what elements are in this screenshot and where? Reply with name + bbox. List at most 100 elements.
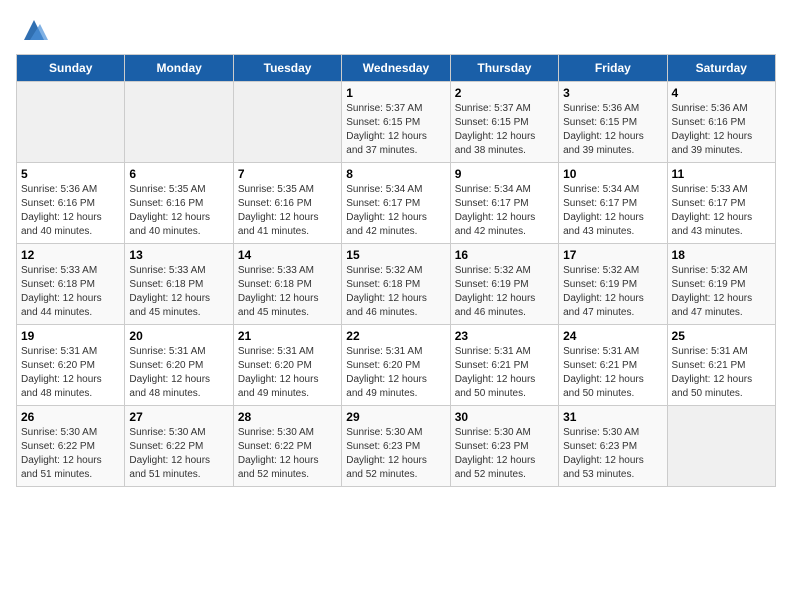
days-header-row: SundayMondayTuesdayWednesdayThursdayFrid… [17,55,776,82]
day-number: 10 [563,167,662,181]
calendar-cell: 4 Sunrise: 5:36 AMSunset: 6:16 PMDaylight… [667,82,775,163]
day-number: 9 [455,167,554,181]
day-info: Sunrise: 5:32 AMSunset: 6:19 PMDaylight:… [563,264,662,320]
day-number: 2 [455,86,554,100]
day-header-monday: Monday [125,55,233,82]
calendar-cell: 29 Sunrise: 5:30 AMSunset: 6:23 PMDayligh… [342,406,450,487]
calendar-cell: 16 Sunrise: 5:32 AMSunset: 6:19 PMDayligh… [450,244,558,325]
calendar-header: SundayMondayTuesdayWednesdayThursdayFrid… [17,55,776,82]
header [16,16,776,44]
day-number: 15 [346,248,445,262]
calendar-cell: 3 Sunrise: 5:36 AMSunset: 6:15 PMDaylight… [559,82,667,163]
day-header-wednesday: Wednesday [342,55,450,82]
day-info: Sunrise: 5:33 AMSunset: 6:18 PMDaylight:… [21,264,120,320]
day-info: Sunrise: 5:31 AMSunset: 6:21 PMDaylight:… [672,345,771,401]
calendar-cell: 7 Sunrise: 5:35 AMSunset: 6:16 PMDaylight… [233,163,341,244]
logo-icon [20,16,48,44]
day-header-thursday: Thursday [450,55,558,82]
day-number: 23 [455,329,554,343]
day-number: 8 [346,167,445,181]
day-number: 3 [563,86,662,100]
calendar-cell: 13Sunrise: 5:33 AMSunset: 6:18 PMDayligh… [125,244,233,325]
day-info: Sunrise: 5:30 AMSunset: 6:22 PMDaylight:… [129,426,228,482]
day-number: 22 [346,329,445,343]
calendar-cell: 9 Sunrise: 5:34 AMSunset: 6:17 PMDaylight… [450,163,558,244]
calendar-cell [125,82,233,163]
calendar-body: 1 Sunrise: 5:37 AMSunset: 6:15 PMDaylight… [17,82,776,487]
day-header-tuesday: Tuesday [233,55,341,82]
calendar-cell: 17 Sunrise: 5:32 AMSunset: 6:19 PMDayligh… [559,244,667,325]
calendar-cell: 1 Sunrise: 5:37 AMSunset: 6:15 PMDaylight… [342,82,450,163]
calendar-cell: 19 Sunrise: 5:31 AMSunset: 6:20 PMDayligh… [17,325,125,406]
day-info: Sunrise: 5:36 AMSunset: 6:16 PMDaylight:… [672,102,771,158]
day-number: 28 [238,410,337,424]
day-info: Sunrise: 5:31 AMSunset: 6:20 PMDaylight:… [238,345,337,401]
calendar-cell: 8 Sunrise: 5:34 AMSunset: 6:17 PMDaylight… [342,163,450,244]
day-number: 7 [238,167,337,181]
day-info: Sunrise: 5:31 AMSunset: 6:20 PMDaylight:… [21,345,120,401]
day-info: Sunrise: 5:31 AMSunset: 6:20 PMDaylight:… [129,345,228,401]
calendar-week-4: 19 Sunrise: 5:31 AMSunset: 6:20 PMDayligh… [17,325,776,406]
day-number: 21 [238,329,337,343]
calendar-week-2: 5 Sunrise: 5:36 AMSunset: 6:16 PMDaylight… [17,163,776,244]
day-info: Sunrise: 5:35 AMSunset: 6:16 PMDaylight:… [129,183,228,239]
day-info: Sunrise: 5:32 AMSunset: 6:19 PMDaylight:… [455,264,554,320]
day-info: Sunrise: 5:34 AMSunset: 6:17 PMDaylight:… [455,183,554,239]
calendar-cell: 31 Sunrise: 5:30 AMSunset: 6:23 PMDayligh… [559,406,667,487]
day-header-sunday: Sunday [17,55,125,82]
day-number: 25 [672,329,771,343]
day-info: Sunrise: 5:31 AMSunset: 6:21 PMDaylight:… [455,345,554,401]
calendar-cell: 30Sunrise: 5:30 AMSunset: 6:23 PMDayligh… [450,406,558,487]
day-info: Sunrise: 5:30 AMSunset: 6:23 PMDaylight:… [455,426,554,482]
calendar-cell: 27 Sunrise: 5:30 AMSunset: 6:22 PMDayligh… [125,406,233,487]
day-number: 26 [21,410,120,424]
day-info: Sunrise: 5:33 AMSunset: 6:17 PMDaylight:… [672,183,771,239]
day-info: Sunrise: 5:37 AMSunset: 6:15 PMDaylight:… [455,102,554,158]
day-number: 1 [346,86,445,100]
calendar-cell: 24Sunrise: 5:31 AMSunset: 6:21 PMDayligh… [559,325,667,406]
day-number: 31 [563,410,662,424]
calendar-cell: 11 Sunrise: 5:33 AMSunset: 6:17 PMDayligh… [667,163,775,244]
day-number: 17 [563,248,662,262]
calendar-cell: 12Sunrise: 5:33 AMSunset: 6:18 PMDayligh… [17,244,125,325]
calendar-cell: 25 Sunrise: 5:31 AMSunset: 6:21 PMDayligh… [667,325,775,406]
day-info: Sunrise: 5:36 AMSunset: 6:15 PMDaylight:… [563,102,662,158]
day-info: Sunrise: 5:34 AMSunset: 6:17 PMDaylight:… [346,183,445,239]
day-number: 19 [21,329,120,343]
day-number: 16 [455,248,554,262]
day-info: Sunrise: 5:33 AMSunset: 6:18 PMDaylight:… [238,264,337,320]
calendar-cell: 10 Sunrise: 5:34 AMSunset: 6:17 PMDayligh… [559,163,667,244]
calendar-cell: 15 Sunrise: 5:32 AMSunset: 6:18 PMDayligh… [342,244,450,325]
logo [16,16,48,44]
calendar-cell: 26 Sunrise: 5:30 AMSunset: 6:22 PMDayligh… [17,406,125,487]
day-info: Sunrise: 5:35 AMSunset: 6:16 PMDaylight:… [238,183,337,239]
day-info: Sunrise: 5:32 AMSunset: 6:19 PMDaylight:… [672,264,771,320]
calendar-cell [17,82,125,163]
day-info: Sunrise: 5:30 AMSunset: 6:23 PMDaylight:… [563,426,662,482]
day-info: Sunrise: 5:34 AMSunset: 6:17 PMDaylight:… [563,183,662,239]
day-number: 29 [346,410,445,424]
day-header-saturday: Saturday [667,55,775,82]
calendar-cell: 2 Sunrise: 5:37 AMSunset: 6:15 PMDaylight… [450,82,558,163]
calendar-cell: 5 Sunrise: 5:36 AMSunset: 6:16 PMDaylight… [17,163,125,244]
day-number: 18 [672,248,771,262]
calendar-cell: 21 Sunrise: 5:31 AMSunset: 6:20 PMDayligh… [233,325,341,406]
day-number: 20 [129,329,228,343]
calendar: SundayMondayTuesdayWednesdayThursdayFrid… [16,54,776,487]
day-info: Sunrise: 5:37 AMSunset: 6:15 PMDaylight:… [346,102,445,158]
day-info: Sunrise: 5:30 AMSunset: 6:22 PMDaylight:… [21,426,120,482]
day-number: 4 [672,86,771,100]
day-info: Sunrise: 5:32 AMSunset: 6:18 PMDaylight:… [346,264,445,320]
day-number: 11 [672,167,771,181]
day-number: 27 [129,410,228,424]
day-info: Sunrise: 5:30 AMSunset: 6:23 PMDaylight:… [346,426,445,482]
calendar-cell [233,82,341,163]
day-info: Sunrise: 5:36 AMSunset: 6:16 PMDaylight:… [21,183,120,239]
day-number: 5 [21,167,120,181]
calendar-cell: 20 Sunrise: 5:31 AMSunset: 6:20 PMDayligh… [125,325,233,406]
calendar-week-3: 12Sunrise: 5:33 AMSunset: 6:18 PMDayligh… [17,244,776,325]
day-info: Sunrise: 5:31 AMSunset: 6:21 PMDaylight:… [563,345,662,401]
day-number: 14 [238,248,337,262]
calendar-cell: 28Sunrise: 5:30 AMSunset: 6:22 PMDayligh… [233,406,341,487]
calendar-cell [667,406,775,487]
